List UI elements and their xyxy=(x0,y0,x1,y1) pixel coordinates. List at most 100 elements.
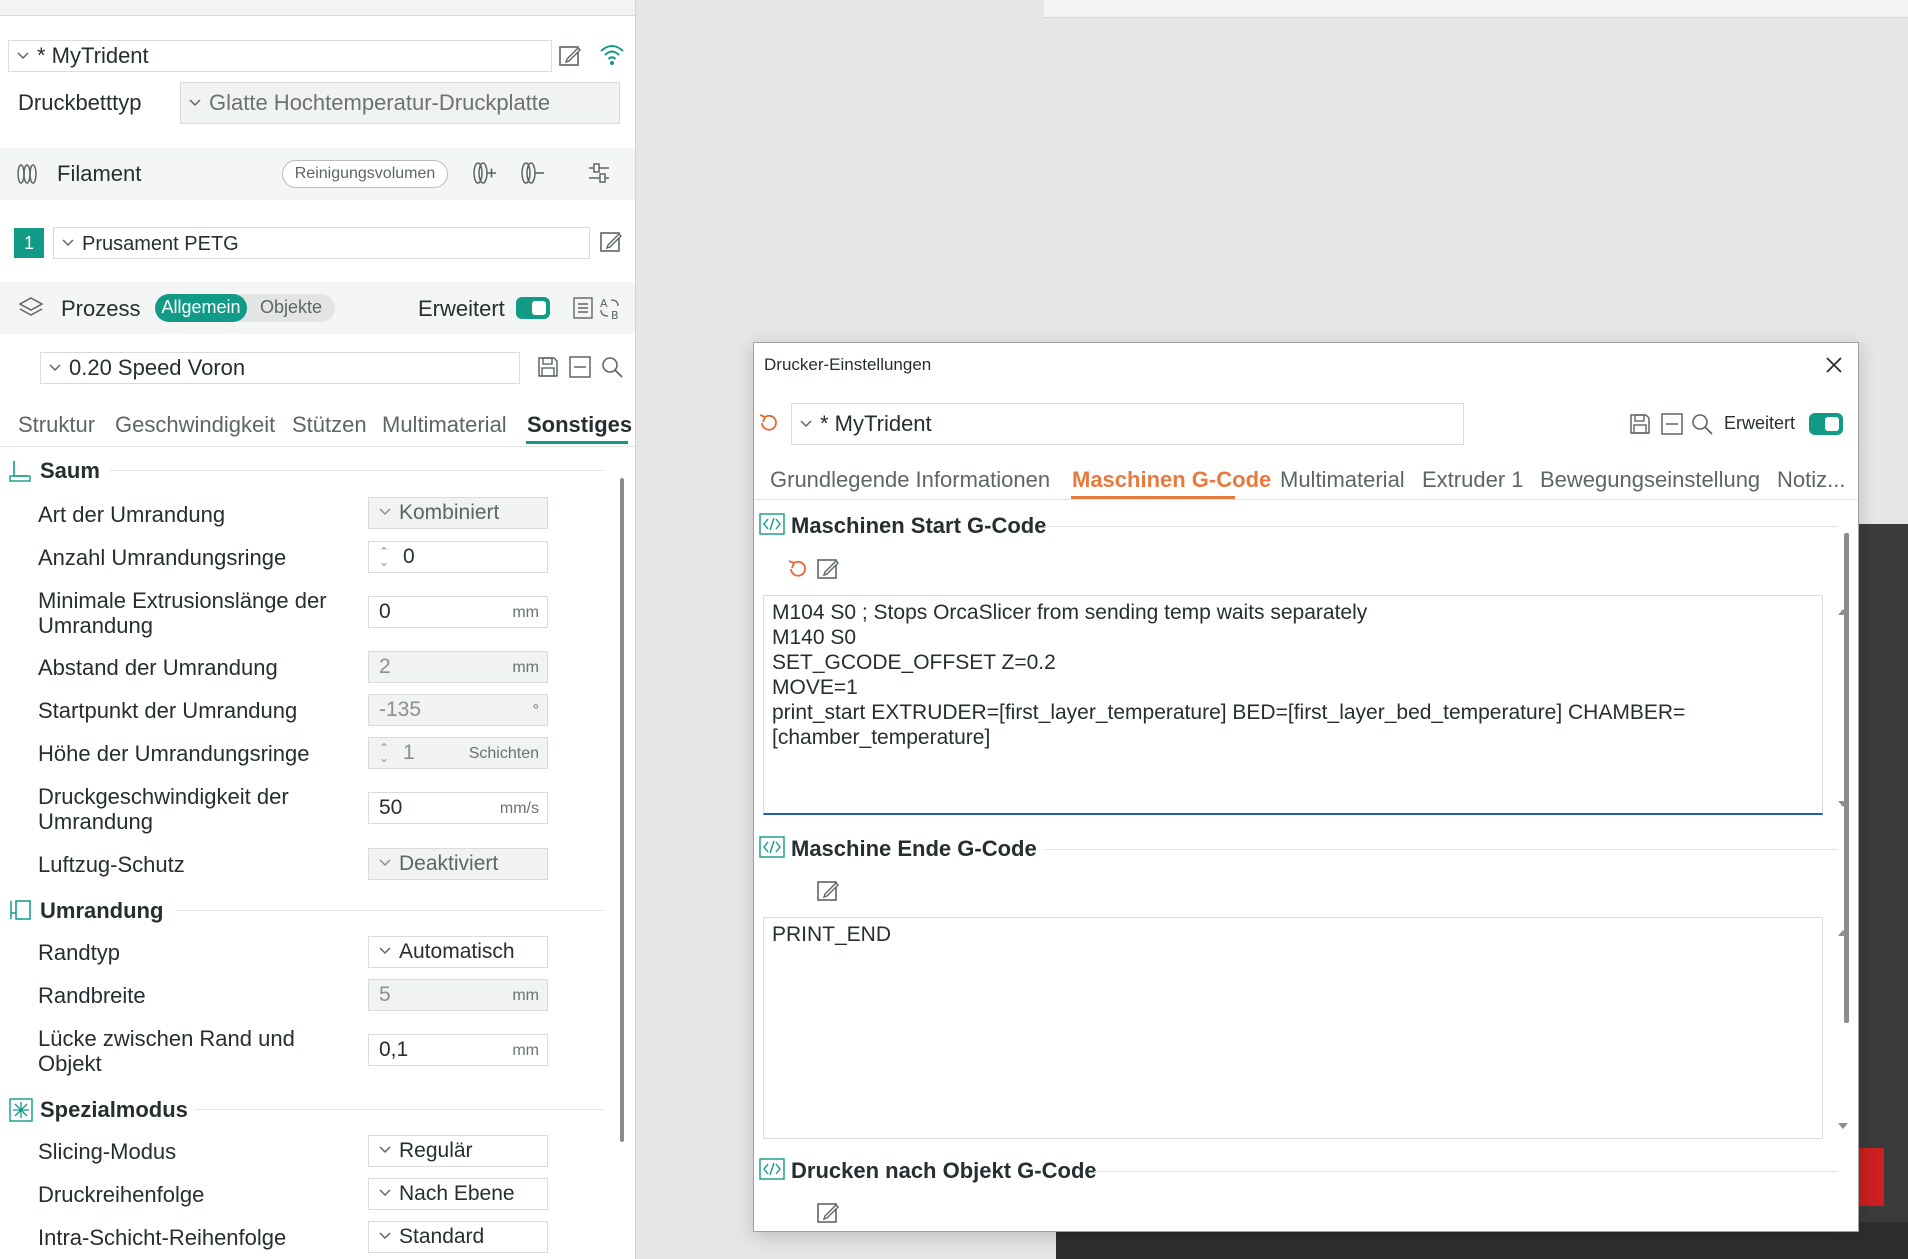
setting-label-text: Lücke zwischen Rand und Objekt xyxy=(38,1026,295,1076)
delete-preset-icon[interactable] xyxy=(1660,412,1684,436)
tab-extruder-1[interactable]: Extruder 1 xyxy=(1422,467,1524,493)
filament-slot-number: 1 xyxy=(14,228,44,258)
dialog-printer-value: * MyTrident xyxy=(820,411,932,436)
brim-gap-input[interactable]: 0,1 mm xyxy=(368,1034,548,1066)
skirt-loops-value: 0 xyxy=(403,545,415,568)
tab-stuetzen[interactable]: Stützen xyxy=(292,412,367,438)
chevron-down-icon xyxy=(379,847,391,867)
save-icon[interactable] xyxy=(536,355,560,379)
bed-type-select[interactable]: Glatte Hochtemperatur-Druckplatte xyxy=(180,82,620,124)
setting-label-text: Druckgeschwindigkeit der Umrandung xyxy=(38,784,289,834)
tab-motion-ability[interactable]: Bewegungseinstellung xyxy=(1540,467,1760,493)
slicing-mode-select[interactable]: Regulär xyxy=(368,1135,548,1167)
printer-select-value: * MyTrident xyxy=(37,43,149,68)
slicing-mode-value: Regulär xyxy=(399,1139,473,1162)
start-gcode-editor[interactable]: M104 S0 ; Stops OrcaSlicer from sending … xyxy=(763,595,1823,815)
compare-list-icon[interactable] xyxy=(572,295,596,321)
brim-type-select[interactable]: Automatisch xyxy=(368,936,548,968)
skirt-type-select[interactable]: Kombiniert xyxy=(368,497,548,529)
printer-settings-dialog: Drucker-Einstellungen * MyTrident Erweit… xyxy=(753,342,1859,1232)
tab-multimaterial[interactable]: Multimaterial xyxy=(1280,467,1405,493)
setting-label: Druckreihenfolge xyxy=(38,1182,205,1207)
filament-select[interactable]: Prusament PETG xyxy=(53,227,590,259)
delete-preset-icon[interactable] xyxy=(568,355,592,379)
sidebar-top-strip xyxy=(0,0,635,16)
spin-arrows-icon[interactable]: ⌃ ⌄ xyxy=(379,546,393,568)
edit-filament-icon[interactable] xyxy=(598,229,624,255)
setting-label: Lücke zwischen Rand und Objekt xyxy=(38,1026,338,1076)
canvas-toolbar xyxy=(1044,0,1908,18)
tab-sonstiges[interactable]: Sonstiges xyxy=(527,412,632,438)
search-icon[interactable] xyxy=(600,355,624,379)
printer-select[interactable]: * MyTrident xyxy=(8,40,552,72)
dialog-title: Drucker-Einstellungen xyxy=(764,355,932,374)
advanced-label: Erweitert xyxy=(418,296,505,321)
search-icon[interactable] xyxy=(1690,412,1714,436)
remove-filament-icon[interactable] xyxy=(518,160,546,186)
scroll-down-arrow-icon[interactable] xyxy=(1836,1121,1850,1131)
skirt-start-angle-value: -135 xyxy=(379,698,422,721)
chevron-down-icon xyxy=(379,1177,391,1197)
special-mode-icon xyxy=(9,1098,33,1122)
skirt-speed-input[interactable]: 50 mm/s xyxy=(368,792,548,824)
dialog-advanced-label: Erweitert xyxy=(1724,413,1796,433)
close-icon[interactable] xyxy=(1822,353,1846,377)
min-skirt-length-input[interactable]: 0 mm xyxy=(368,596,548,628)
brim-width-input[interactable]: 5 mm xyxy=(368,979,548,1011)
tab-basic-info[interactable]: Grundlegende Informationen xyxy=(770,467,1050,493)
chevron-down-icon xyxy=(62,228,74,247)
setting-label: Druckgeschwindigkeit der Umrandung xyxy=(38,784,338,834)
compare-ab-icon[interactable]: AB xyxy=(598,295,624,321)
add-filament-icon[interactable] xyxy=(470,160,498,186)
chevron-down-icon xyxy=(800,404,812,428)
group-divider xyxy=(194,1109,604,1110)
spin-arrows-icon[interactable]: ⌃ ⌄ xyxy=(379,742,393,764)
unit-label: mm/s xyxy=(499,800,539,817)
edit-icon[interactable] xyxy=(816,1201,840,1225)
skirt-distance-value: 2 xyxy=(379,655,391,678)
dialog-advanced-toggle[interactable] xyxy=(1809,413,1843,435)
purge-volume-button[interactable]: Reinigungsvolumen xyxy=(282,160,448,188)
draft-shield-select[interactable]: Deaktiviert xyxy=(368,848,548,880)
setting-label: Luftzug-Schutz xyxy=(38,852,185,877)
code-icon xyxy=(759,1158,785,1180)
end-gcode-editor[interactable]: PRINT_END xyxy=(763,917,1823,1139)
setting-label: Minimale Extrusionslänge der Umrandung xyxy=(38,588,358,638)
dialog-printer-select[interactable]: * MyTrident xyxy=(791,403,1464,445)
mode-general-button[interactable]: Allgemein xyxy=(155,294,247,322)
mode-objects-button[interactable]: Objekte xyxy=(248,294,334,322)
skirt-loops-input[interactable]: ⌃ ⌄ 0 xyxy=(368,541,548,573)
dialog-scrollbar[interactable] xyxy=(1844,533,1849,1023)
intra-layer-order-select[interactable]: Standard xyxy=(368,1221,548,1253)
setting-label-text: Minimale Extrusionslänge der Umrandung xyxy=(38,588,327,638)
filament-settings-icon[interactable] xyxy=(586,160,612,186)
tab-notes[interactable]: Notiz... xyxy=(1777,467,1845,493)
edit-icon[interactable] xyxy=(816,879,840,903)
min-skirt-length-value: 0 xyxy=(379,600,391,623)
edit-icon[interactable] xyxy=(816,557,840,581)
skirt-start-angle-input[interactable]: -135 ° xyxy=(368,694,548,726)
chevron-down-icon xyxy=(49,353,61,372)
skirt-distance-input[interactable]: 2 mm xyxy=(368,651,548,683)
tab-machine-gcode[interactable]: Maschinen G-Code xyxy=(1072,467,1271,493)
section-divider xyxy=(1094,1171,1838,1172)
print-sequence-select[interactable]: Nach Ebene xyxy=(368,1178,548,1210)
unit-label: mm xyxy=(512,1042,539,1059)
tab-geschwindigkeit[interactable]: Geschwindigkeit xyxy=(115,412,275,438)
sidebar-scrollbar[interactable] xyxy=(620,478,624,1142)
advanced-toggle[interactable] xyxy=(516,297,550,319)
setting-label: Startpunkt der Umrandung xyxy=(38,698,298,723)
reset-icon[interactable] xyxy=(786,557,810,581)
print-sequence-value: Nach Ebene xyxy=(399,1182,515,1205)
svg-text:A: A xyxy=(600,297,608,310)
save-icon[interactable] xyxy=(1628,412,1652,436)
skirt-height-input[interactable]: ⌃ ⌄ 1 Schichten xyxy=(368,737,548,769)
process-profile-select[interactable]: 0.20 Speed Voron xyxy=(40,352,520,384)
edit-icon[interactable] xyxy=(557,43,583,69)
process-profile-value: 0.20 Speed Voron xyxy=(69,355,246,380)
group-spezialmodus-title: Spezialmodus xyxy=(40,1097,188,1122)
reset-icon[interactable] xyxy=(757,411,781,435)
tab-struktur[interactable]: Struktur xyxy=(18,412,95,438)
wifi-icon[interactable] xyxy=(598,42,626,68)
tab-multimaterial[interactable]: Multimaterial xyxy=(382,412,507,438)
